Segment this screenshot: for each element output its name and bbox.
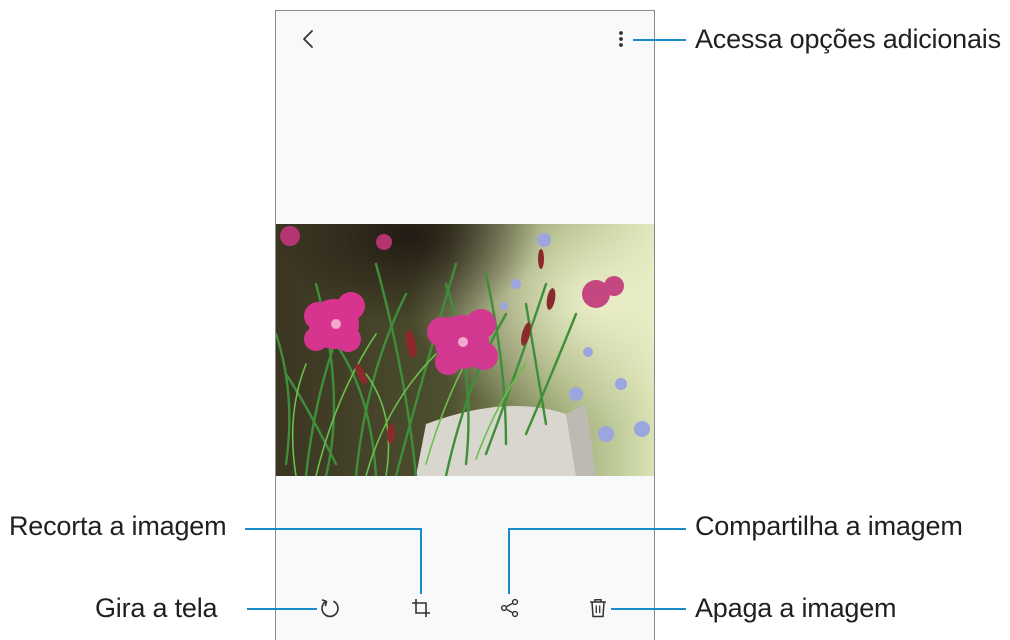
leader-crop-v [420,528,422,594]
leader-delete [611,608,686,610]
leader-share-v [508,528,510,594]
more-vertical-icon [619,31,623,47]
leader-crop-h [245,528,422,530]
delete-button[interactable] [586,596,610,620]
more-options-button[interactable] [612,26,630,52]
leader-more-options [633,39,686,41]
share-button[interactable] [498,596,522,620]
callout-more-options: Acessa opções adicionais [695,24,1001,54]
crop-icon [412,599,430,617]
rotate-button[interactable] [318,596,342,620]
chevron-left-icon [303,30,313,48]
flower-photo [276,224,654,476]
callout-rotate: Gira a tela [95,593,218,623]
leader-share-h [508,528,686,530]
trash-icon [590,599,606,618]
leader-rotate [247,608,317,610]
share-icon [500,598,519,618]
photo-image[interactable] [276,224,654,476]
callout-crop: Recorta a imagem [9,511,227,541]
back-button[interactable] [296,26,320,52]
callout-share: Compartilha a imagem [695,511,963,541]
rotate-icon [321,599,339,618]
crop-button[interactable] [409,596,433,620]
callout-delete: Apaga a imagem [695,593,897,623]
